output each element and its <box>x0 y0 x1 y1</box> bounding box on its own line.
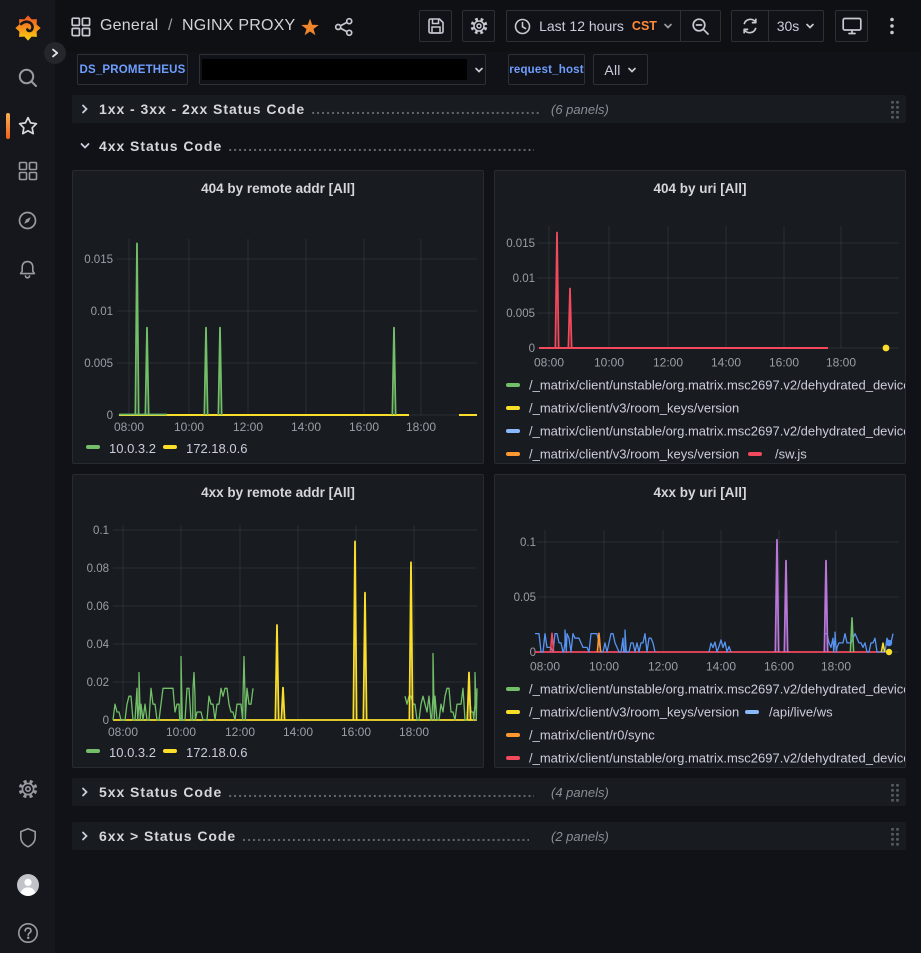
svg-text:0.015: 0.015 <box>84 254 113 266</box>
svg-text:0: 0 <box>529 343 535 355</box>
svg-text:/api/live/ws: /api/live/ws <box>769 705 833 720</box>
svg-text:172.18.0.6: 172.18.0.6 <box>186 745 247 760</box>
svg-text:18:00: 18:00 <box>406 420 436 434</box>
svg-text:0: 0 <box>530 647 536 659</box>
svg-text:/_matrix/client/v3/room_keys/v: /_matrix/client/v3/room_keys/version <box>529 447 739 462</box>
svg-text:0.1: 0.1 <box>520 537 536 549</box>
svg-text:/_matrix/client/r0/sync: /_matrix/client/r0/sync <box>529 728 655 743</box>
svg-text:10:00: 10:00 <box>589 660 619 674</box>
svg-text:10:00: 10:00 <box>166 725 196 739</box>
svg-text:14:00: 14:00 <box>706 660 736 674</box>
svg-text:0.015: 0.015 <box>506 238 535 250</box>
svg-text:10.0.3.2: 10.0.3.2 <box>109 441 156 456</box>
svg-text:08:00: 08:00 <box>530 660 560 674</box>
svg-text:08:00: 08:00 <box>108 725 138 739</box>
svg-text:0.005: 0.005 <box>506 308 535 320</box>
svg-text:18:00: 18:00 <box>821 660 851 674</box>
svg-text:0.08: 0.08 <box>87 563 109 575</box>
svg-text:/_matrix/client/unstable/org.m: /_matrix/client/unstable/org.matrix.msc2… <box>529 751 905 766</box>
svg-text:18:00: 18:00 <box>399 725 429 739</box>
svg-text:0.1: 0.1 <box>93 525 109 537</box>
svg-text:08:00: 08:00 <box>534 356 564 370</box>
svg-text:0.06: 0.06 <box>87 601 109 613</box>
svg-text:10.0.3.2: 10.0.3.2 <box>109 745 156 760</box>
svg-text:0.005: 0.005 <box>84 358 113 370</box>
svg-text:10:00: 10:00 <box>594 356 624 370</box>
svg-text:14:00: 14:00 <box>283 725 313 739</box>
svg-text:0.04: 0.04 <box>87 639 110 651</box>
svg-text:0.01: 0.01 <box>91 306 113 318</box>
svg-text:12:00: 12:00 <box>653 356 683 370</box>
svg-text:12:00: 12:00 <box>233 420 263 434</box>
svg-text:12:00: 12:00 <box>225 725 255 739</box>
svg-text:08:00: 08:00 <box>114 420 144 434</box>
svg-text:16:00: 16:00 <box>349 420 379 434</box>
svg-text:/_matrix/client/unstable/org.m: /_matrix/client/unstable/org.matrix.msc2… <box>529 378 905 393</box>
svg-text:0: 0 <box>107 410 113 422</box>
svg-text:172.18.0.6: 172.18.0.6 <box>186 441 247 456</box>
svg-text:14:00: 14:00 <box>291 420 321 434</box>
svg-text:0.01: 0.01 <box>513 273 535 285</box>
svg-text:/_matrix/client/v3/room_keys/v: /_matrix/client/v3/room_keys/version <box>529 401 739 416</box>
svg-text:16:00: 16:00 <box>341 725 371 739</box>
svg-text:10:00: 10:00 <box>174 420 204 434</box>
svg-text:0.05: 0.05 <box>514 592 536 604</box>
svg-text:16:00: 16:00 <box>764 660 794 674</box>
svg-text:/sw.js: /sw.js <box>775 447 807 462</box>
svg-text:/_matrix/client/v3/room_keys/v: /_matrix/client/v3/room_keys/version <box>529 705 739 720</box>
svg-text:/_matrix/client/unstable/org.m: /_matrix/client/unstable/org.matrix.msc2… <box>529 682 905 697</box>
svg-text:14:00: 14:00 <box>711 356 741 370</box>
svg-text:0.02: 0.02 <box>87 677 109 689</box>
svg-text:16:00: 16:00 <box>769 356 799 370</box>
svg-text:18:00: 18:00 <box>826 356 856 370</box>
svg-text:/_matrix/client/unstable/org.m: /_matrix/client/unstable/org.matrix.msc2… <box>529 424 905 439</box>
svg-text:12:00: 12:00 <box>648 660 678 674</box>
